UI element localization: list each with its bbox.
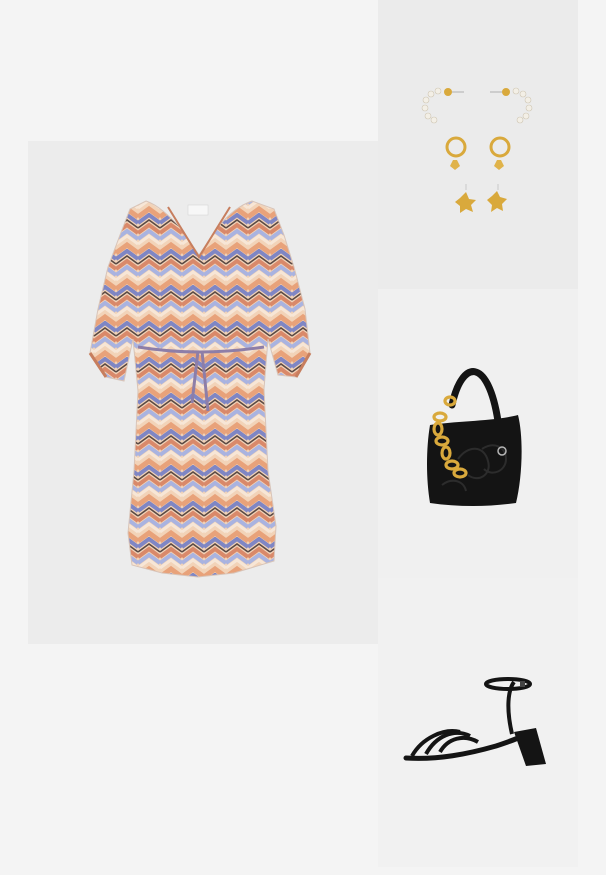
- dress-product-tile[interactable]: [28, 141, 378, 644]
- black-shoulder-bag-image: [427, 368, 522, 506]
- pearl-hoop-earrings: [421, 87, 533, 124]
- zigzag-print-dress-image: [88, 200, 312, 578]
- gold-flower-stud-earrings: [455, 191, 507, 213]
- earring-set-image: [421, 87, 533, 213]
- earrings-product-tile[interactable]: [378, 0, 578, 289]
- gold-huggie-earrings: [445, 136, 511, 158]
- black-block-heel-sandal-image: [403, 677, 546, 766]
- sandal-product-tile[interactable]: [378, 578, 578, 867]
- bag-product-tile[interactable]: [378, 289, 578, 578]
